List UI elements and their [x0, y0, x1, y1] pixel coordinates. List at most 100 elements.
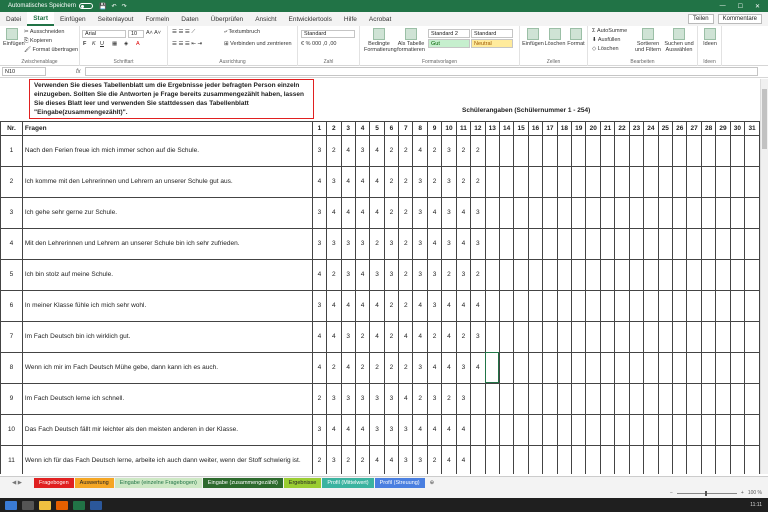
answer-cell[interactable]	[527, 351, 544, 384]
question-number[interactable]: 8	[0, 351, 23, 384]
answer-cell[interactable]	[672, 413, 688, 446]
undo-icon[interactable]: ↶	[112, 3, 117, 10]
answer-cell[interactable]	[599, 289, 616, 322]
style-standard2[interactable]: Standard 2	[428, 29, 470, 38]
scroll-thumb[interactable]	[762, 89, 767, 149]
answer-cell[interactable]	[498, 413, 515, 446]
answer-cell[interactable]: 2	[369, 351, 385, 384]
answer-cell[interactable]	[513, 134, 529, 167]
question-text[interactable]: Im Fach Deutsch lerne ich schnell.	[21, 382, 313, 415]
fx-icon[interactable]: fx	[76, 69, 81, 75]
answer-cell[interactable]	[585, 289, 601, 322]
answer-cell[interactable]	[585, 258, 601, 291]
answer-cell[interactable]: 4	[426, 196, 443, 229]
answer-cell[interactable]	[729, 134, 746, 167]
answer-cell[interactable]	[585, 196, 601, 229]
name-box[interactable]: N10	[2, 67, 46, 76]
answer-cell[interactable]	[657, 444, 674, 474]
answer-cell[interactable]: 2	[398, 196, 414, 229]
answer-cell[interactable]	[513, 196, 529, 229]
answer-cell[interactable]: 4	[354, 165, 371, 198]
answer-cell[interactable]	[498, 444, 515, 474]
vertical-scrollbar[interactable]	[760, 79, 768, 474]
answer-cell[interactable]	[527, 258, 544, 291]
answer-cell[interactable]	[628, 258, 645, 291]
answer-cell[interactable]: 4	[340, 289, 356, 322]
answer-cell[interactable]	[585, 413, 601, 446]
answer-cell[interactable]: 3	[354, 134, 371, 167]
answer-cell[interactable]	[700, 258, 717, 291]
answer-cell[interactable]: 4	[354, 413, 371, 446]
answer-cell[interactable]: 4	[441, 289, 457, 322]
answer-cell[interactable]: 4	[369, 165, 385, 198]
answer-cell[interactable]: 4	[340, 165, 356, 198]
answer-cell[interactable]	[585, 134, 601, 167]
ribbon-tab-hilfe[interactable]: Hilfe	[338, 12, 363, 26]
answer-cell[interactable]	[672, 351, 688, 384]
answer-cell[interactable]: 3	[470, 227, 486, 260]
answer-cell[interactable]	[599, 134, 616, 167]
answer-cell[interactable]	[498, 227, 515, 260]
answer-cell[interactable]: 3	[311, 134, 328, 167]
answer-cell[interactable]: 3	[455, 382, 472, 415]
answer-cell[interactable]	[672, 320, 688, 353]
find-select-button[interactable]: Suchen und Auswählen	[664, 28, 694, 53]
answer-cell[interactable]	[470, 382, 486, 415]
answer-cell[interactable]	[686, 320, 702, 353]
font-name-select[interactable]: Arial	[82, 30, 126, 38]
answer-cell[interactable]: 3	[383, 413, 400, 446]
explorer-icon[interactable]	[39, 500, 51, 510]
answer-cell[interactable]	[556, 258, 573, 291]
maximize-icon[interactable]: ☐	[738, 3, 743, 10]
answer-cell[interactable]: 4	[354, 196, 371, 229]
answer-cell[interactable]	[672, 165, 688, 198]
ribbon-tab-daten[interactable]: Daten	[175, 12, 204, 26]
answer-cell[interactable]: 2	[426, 134, 443, 167]
answer-cell[interactable]	[484, 413, 500, 446]
answer-cell[interactable]	[542, 351, 558, 384]
answer-cell[interactable]	[527, 165, 544, 198]
answer-cell[interactable]: 4	[326, 413, 342, 446]
answer-cell[interactable]: 2	[311, 382, 328, 415]
answer-cell[interactable]	[484, 258, 500, 291]
zoom-slider[interactable]	[676, 490, 737, 496]
answer-cell[interactable]	[643, 134, 659, 167]
answer-cell[interactable]: 4	[470, 351, 486, 384]
format-cells-button[interactable]: Format	[566, 28, 586, 47]
copy-button[interactable]: ⎘ Kopieren	[24, 38, 52, 45]
question-number[interactable]: 4	[0, 227, 23, 260]
firefox-icon[interactable]	[56, 500, 68, 510]
answer-cell[interactable]: 4	[398, 382, 414, 415]
formula-input[interactable]	[84, 67, 758, 76]
answer-cell[interactable]: 3	[326, 165, 342, 198]
answer-cell[interactable]	[542, 196, 558, 229]
question-number[interactable]: 7	[0, 320, 23, 353]
answer-cell[interactable]	[498, 289, 515, 322]
answer-cell[interactable]: 4	[311, 320, 328, 353]
answer-cell[interactable]	[715, 413, 731, 446]
answer-cell[interactable]: 4	[455, 227, 472, 260]
answer-cell[interactable]: 4	[455, 413, 472, 446]
answer-cell[interactable]: 4	[326, 289, 342, 322]
answer-cell[interactable]	[498, 351, 515, 384]
answer-cell[interactable]: 4	[426, 413, 443, 446]
answer-cell[interactable]: 4	[340, 413, 356, 446]
answer-cell[interactable]	[556, 320, 573, 353]
answer-cell[interactable]: 2	[383, 134, 400, 167]
answer-cell[interactable]	[571, 444, 587, 474]
answer-cell[interactable]	[599, 444, 616, 474]
answer-cell[interactable]: 3	[412, 227, 428, 260]
sheet-tab[interactable]: Eingabe (zusammengezählt)	[202, 477, 283, 488]
answer-cell[interactable]: 3	[441, 196, 457, 229]
answer-cell[interactable]: 2	[383, 165, 400, 198]
answer-cell[interactable]: 2	[455, 134, 472, 167]
answer-cell[interactable]	[614, 165, 630, 198]
answer-cell[interactable]	[657, 134, 674, 167]
answer-cell[interactable]: 2	[340, 444, 356, 474]
answer-cell[interactable]: 2	[354, 320, 371, 353]
answer-cell[interactable]: 4	[441, 320, 457, 353]
answer-cell[interactable]: 3	[383, 227, 400, 260]
answer-cell[interactable]	[470, 413, 486, 446]
answer-cell[interactable]	[643, 196, 659, 229]
sheet-nav-arrows[interactable]: ◀ ▶	[0, 480, 34, 486]
